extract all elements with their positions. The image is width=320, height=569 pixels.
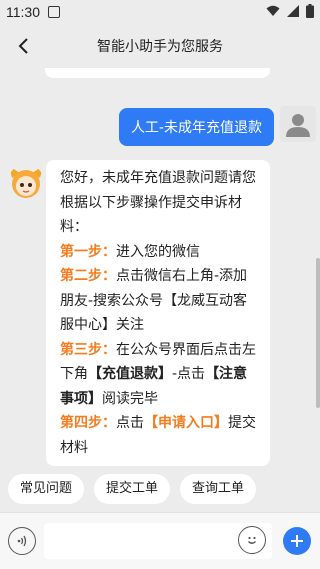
plus-icon	[291, 535, 303, 547]
step-2-text-after: 关注	[116, 317, 144, 333]
bot-message-bubble: 您好，未成年充值退款问题请您根据以下步骤操作提交申诉材料： 第一步：进入您的微信…	[46, 160, 270, 466]
more-options-button[interactable]	[283, 527, 311, 555]
step-4-highlight: 【申请入口】	[144, 415, 228, 431]
back-arrow-icon	[18, 38, 28, 54]
battery-icon	[306, 4, 314, 18]
step-4-label: 第四步：	[60, 415, 116, 431]
status-bar: 11:30	[0, 0, 320, 24]
quick-reply-faq[interactable]: 常见问题	[8, 474, 85, 504]
step-1-label: 第一步：	[60, 243, 116, 260]
notification-icon	[48, 6, 60, 18]
bot-message-intro: 您好，未成年充值退款问题请您根据以下步骤操作提交申诉材料：	[60, 170, 256, 235]
emoji-button[interactable]	[238, 526, 266, 554]
wifi-icon	[266, 5, 280, 16]
step-2-label: 第二步：	[60, 268, 116, 284]
step-3-highlight-1: 【充值退款】	[88, 366, 172, 382]
assistant-character-icon	[9, 166, 43, 198]
voice-button[interactable]	[8, 527, 36, 555]
header: 智能小助手为您服务	[0, 24, 320, 68]
status-icons	[266, 4, 314, 18]
bot-avatar	[8, 164, 44, 200]
status-time: 11:30	[6, 4, 40, 20]
back-button[interactable]	[10, 32, 38, 60]
step-4-text: 点击	[116, 415, 144, 431]
user-message-bubble: 人工-未成年充值退款	[118, 108, 274, 146]
quick-reply-submit-ticket[interactable]: 提交工单	[94, 474, 171, 504]
quick-reply-query-ticket[interactable]: 查询工单	[180, 474, 257, 504]
smiley-icon	[248, 536, 256, 544]
signal-icon	[287, 5, 299, 17]
quick-reply-bar: 常见问题 提交工单 查询工单	[0, 468, 320, 512]
voice-icon	[17, 535, 27, 547]
person-icon	[286, 114, 310, 137]
input-bar	[0, 512, 320, 569]
chat-scrollbar[interactable]	[316, 258, 320, 408]
page-title: 智能小助手为您服务	[97, 39, 223, 55]
previous-message-bubble	[45, 68, 270, 78]
step-1-text: 进入您的微信	[116, 243, 200, 260]
chat-area[interactable]: 人工-未成年充值退款 您好，未成年充值退款问题请您根据以下步骤操作提交申诉材料：…	[0, 68, 320, 468]
step-3-text-after: 阅读完毕	[102, 390, 158, 407]
user-avatar	[280, 106, 316, 142]
step-3-mid: -点击	[172, 366, 206, 382]
step-3-label: 第三步：	[60, 341, 116, 358]
